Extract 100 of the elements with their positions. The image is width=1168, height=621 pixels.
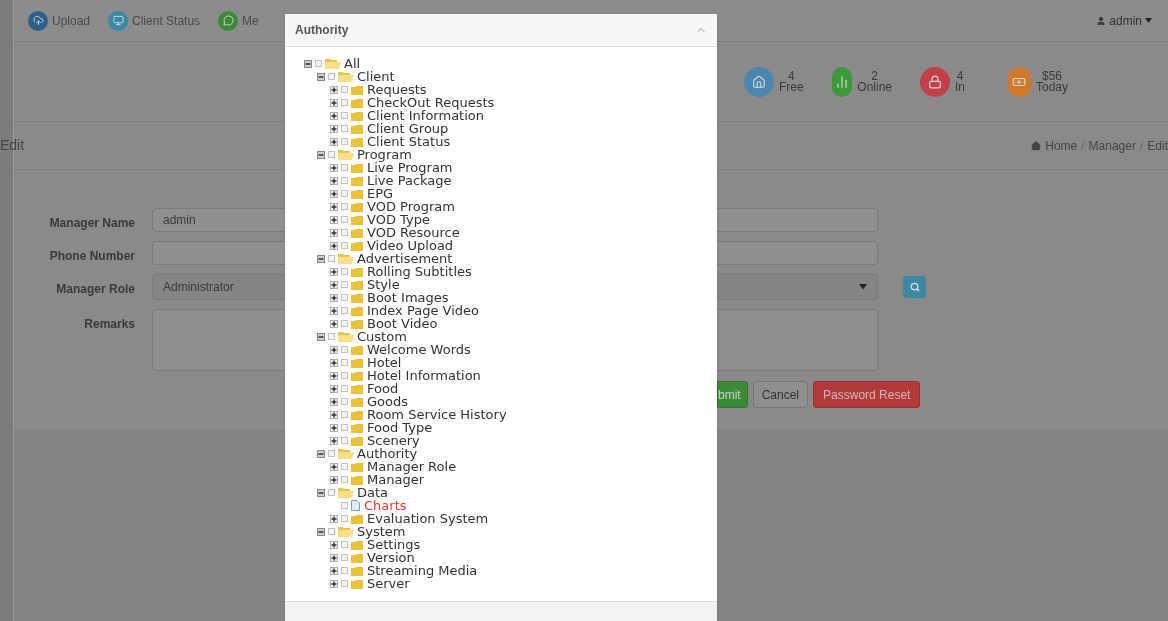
checkbox-icon[interactable] — [341, 216, 348, 223]
tree-item[interactable]: Food — [367, 382, 399, 395]
tree-item[interactable]: VOD Type — [367, 213, 430, 226]
checkbox-icon[interactable] — [328, 73, 335, 80]
tree-item[interactable]: Hotel Information — [367, 369, 481, 382]
expand-icon[interactable] — [330, 540, 338, 549]
expand-icon[interactable] — [330, 293, 338, 302]
collapse-icon[interactable] — [317, 527, 325, 536]
checkbox-icon[interactable] — [328, 151, 335, 158]
checkbox-icon[interactable] — [341, 86, 348, 93]
checkbox-icon[interactable] — [341, 229, 348, 236]
expand-icon[interactable] — [330, 124, 338, 133]
checkbox-icon[interactable] — [341, 359, 348, 366]
expand-icon[interactable] — [330, 566, 338, 575]
expand-icon[interactable] — [330, 176, 338, 185]
expand-icon[interactable] — [330, 111, 338, 120]
checkbox-icon[interactable] — [341, 411, 348, 418]
caret-icon[interactable] — [1145, 18, 1152, 23]
checkbox-icon[interactable] — [341, 554, 348, 561]
tree-item[interactable]: Requests — [367, 83, 427, 96]
expand-icon[interactable] — [330, 462, 338, 471]
tree-item[interactable]: VOD Program — [367, 200, 455, 213]
tree-item[interactable]: Welcome Words — [367, 343, 471, 356]
tree-item[interactable]: Manager Role — [367, 460, 457, 473]
checkbox-icon[interactable] — [341, 164, 348, 171]
tree-item[interactable]: Boot Video — [367, 317, 438, 330]
tree-item[interactable]: Version — [367, 551, 415, 564]
tree-item[interactable]: Client — [357, 70, 395, 83]
checkbox-icon[interactable] — [341, 424, 348, 431]
expand-icon[interactable] — [330, 423, 338, 432]
checkbox-icon[interactable] — [341, 125, 348, 132]
checkbox-icon[interactable] — [341, 294, 348, 301]
tree-item[interactable]: Evaluation System — [367, 512, 489, 525]
tree-item[interactable]: Server — [367, 577, 410, 590]
expand-icon[interactable] — [330, 215, 338, 224]
expand-icon[interactable] — [330, 475, 338, 484]
expand-icon[interactable] — [330, 280, 338, 289]
tree-item[interactable]: Food Type — [367, 421, 433, 434]
expand-icon[interactable] — [330, 345, 338, 354]
collapse-icon[interactable] — [317, 150, 325, 159]
tree-item[interactable]: CheckOut Requests — [367, 96, 495, 109]
tree-item[interactable]: Authority — [357, 447, 418, 460]
expand-icon[interactable] — [330, 267, 338, 276]
tree-item[interactable]: VOD Resource — [367, 226, 460, 239]
expand-icon[interactable] — [330, 189, 338, 198]
checkbox-icon[interactable] — [341, 138, 348, 145]
tree-item[interactable]: Boot Images — [367, 291, 449, 304]
checkbox-icon[interactable] — [328, 255, 335, 262]
expand-icon[interactable] — [330, 306, 338, 315]
tree-item[interactable]: Goods — [367, 395, 408, 408]
tree-item[interactable]: Index Page Video — [367, 304, 479, 317]
tree-item[interactable]: Manager — [367, 473, 424, 486]
checkbox-icon[interactable] — [341, 307, 348, 314]
expand-icon[interactable] — [330, 241, 338, 250]
checkbox-icon[interactable] — [341, 437, 348, 444]
checkbox-icon[interactable] — [341, 580, 348, 587]
tree-item[interactable]: System — [357, 525, 406, 538]
checkbox-icon[interactable] — [341, 476, 348, 483]
checkbox-icon[interactable] — [341, 567, 348, 574]
checkbox-icon[interactable] — [328, 333, 335, 340]
checkbox-icon[interactable] — [341, 177, 348, 184]
monitor-icon[interactable] — [108, 10, 129, 31]
collapse-icon[interactable] — [304, 59, 312, 68]
checkbox-icon[interactable] — [341, 515, 348, 522]
expand-icon[interactable] — [330, 202, 338, 211]
tree-item[interactable]: Program — [357, 148, 412, 161]
tree-item[interactable]: Hotel — [367, 356, 402, 369]
expand-icon[interactable] — [330, 228, 338, 237]
tree-item[interactable]: Data — [357, 486, 389, 499]
checkbox-icon[interactable] — [315, 60, 322, 67]
expand-icon[interactable] — [330, 98, 338, 107]
checkbox-icon[interactable] — [328, 528, 335, 535]
checkbox-icon[interactable] — [341, 242, 348, 249]
expand-icon[interactable] — [330, 163, 338, 172]
caret-icon[interactable] — [859, 284, 867, 290]
tree-item[interactable]: Video Upload — [367, 239, 454, 252]
expand-icon[interactable] — [330, 410, 338, 419]
checkbox-icon[interactable] — [341, 281, 348, 288]
cloud-upload-icon[interactable] — [28, 10, 48, 31]
tree-item[interactable]: Settings — [367, 538, 421, 551]
checkbox-icon[interactable] — [328, 489, 335, 496]
chat-bubble-icon[interactable] — [218, 10, 239, 31]
search-button[interactable] — [903, 276, 926, 298]
user-icon[interactable] — [1096, 15, 1107, 26]
expand-icon[interactable] — [330, 553, 338, 562]
tree-item[interactable]: Custom — [357, 330, 407, 343]
checkbox-icon[interactable] — [341, 268, 348, 275]
checkbox-icon[interactable] — [341, 190, 348, 197]
checkbox-icon[interactable] — [341, 346, 348, 353]
tree-item[interactable]: Style — [367, 278, 400, 291]
checkbox-icon[interactable] — [341, 385, 348, 392]
expand-icon[interactable] — [330, 436, 338, 445]
expand-icon[interactable] — [330, 579, 338, 588]
checkbox-icon[interactable] — [328, 450, 335, 457]
checkbox-icon[interactable] — [341, 398, 348, 405]
tree-item[interactable]: Client Group — [367, 122, 449, 135]
tree-item[interactable]: Charts — [364, 499, 407, 512]
expand-icon[interactable] — [330, 137, 338, 146]
collapse-icon[interactable] — [317, 449, 325, 458]
tree-item[interactable]: Rolling Subtitles — [367, 265, 472, 278]
